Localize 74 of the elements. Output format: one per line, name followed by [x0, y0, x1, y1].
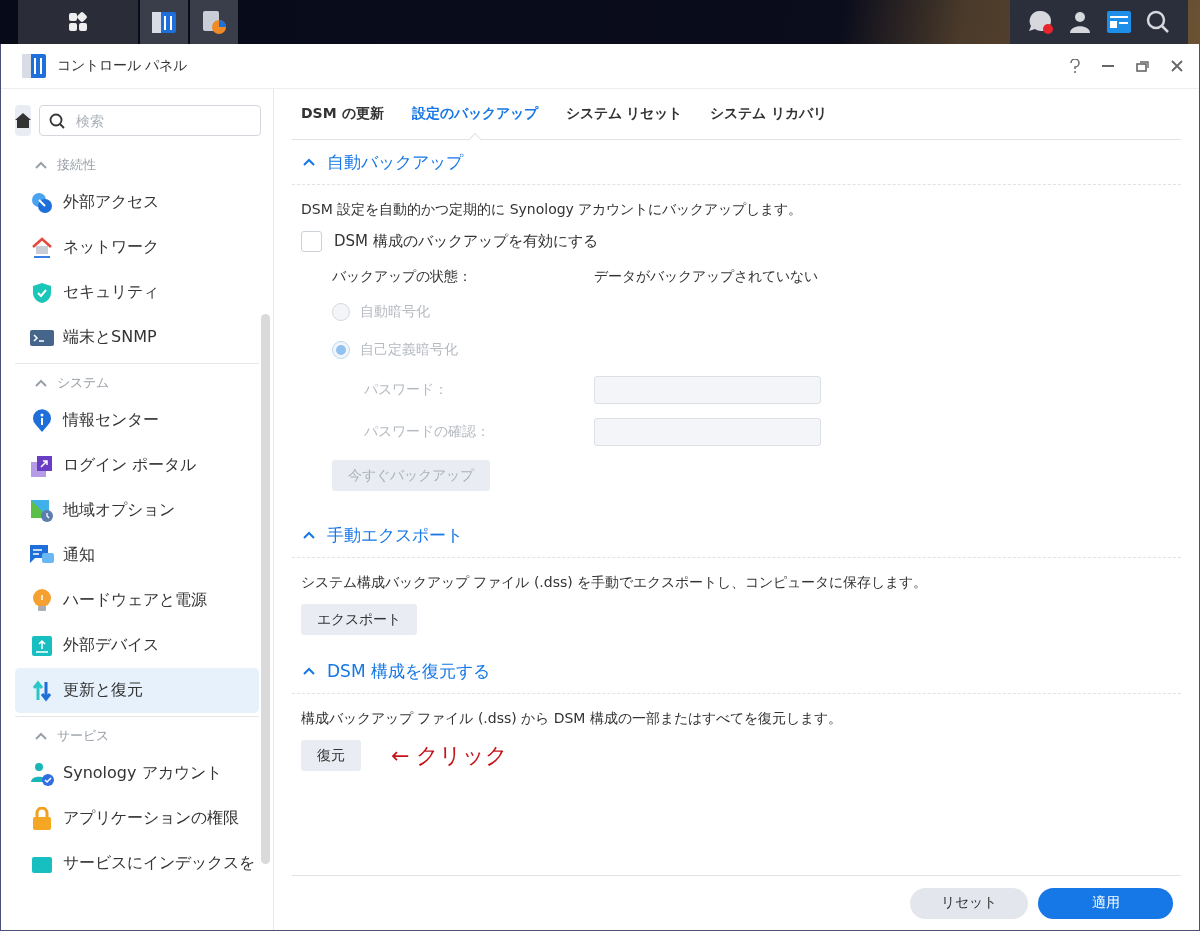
- house-icon: [31, 236, 53, 259]
- sidebar-item[interactable]: 端末とSNMP: [15, 315, 259, 360]
- chevron-icon[interactable]: [303, 667, 315, 675]
- radio-label: 自己定義暗号化: [360, 341, 458, 359]
- chevron-icon[interactable]: [35, 732, 47, 740]
- home-icon: [15, 113, 31, 128]
- sidebar-item[interactable]: Synology アカウント: [15, 751, 259, 796]
- map-clock-icon: [30, 498, 54, 523]
- control-panel-icon: [151, 9, 177, 35]
- info-icon: [31, 408, 53, 433]
- padlock-icon: [32, 806, 52, 831]
- chevron-icon[interactable]: [35, 161, 47, 169]
- chevron-icon[interactable]: [303, 531, 315, 539]
- sync-arrows-icon: [31, 679, 53, 702]
- section-header[interactable]: 自動バックアップ: [292, 140, 1181, 185]
- search-field[interactable]: 検索: [39, 105, 261, 136]
- search-icon[interactable]: [1146, 10, 1170, 34]
- upload-drive-icon: [31, 634, 53, 657]
- reset-button[interactable]: リセット: [910, 887, 1028, 919]
- restore-icon[interactable]: [1136, 60, 1149, 72]
- portal-icon: [31, 454, 53, 477]
- apps-button[interactable]: [18, 0, 138, 44]
- sidebar-item[interactable]: ログイン ポータル: [15, 443, 259, 488]
- export-button[interactable]: エクスポート: [301, 604, 417, 635]
- apply-button[interactable]: 適用: [1038, 887, 1173, 919]
- lightbulb-icon: [32, 588, 52, 613]
- storage-button[interactable]: [190, 0, 238, 44]
- database-chart-icon: [201, 9, 227, 35]
- tab[interactable]: システム リセット: [565, 89, 683, 139]
- section-header[interactable]: DSM 構成を復元する: [292, 649, 1181, 694]
- enable-backup-checkbox[interactable]: DSM 構成のバックアップを有効にする: [301, 231, 1181, 252]
- tab[interactable]: DSM の更新: [301, 89, 384, 139]
- field-label: パスワード：: [363, 381, 449, 399]
- grid-icon: [68, 12, 88, 32]
- status-label: バックアップの状態：: [332, 268, 473, 286]
- sidebar-item[interactable]: 更新と復元: [15, 668, 259, 713]
- tab[interactable]: 設定のバックアップ: [411, 89, 538, 139]
- sidebar-item[interactable]: 外部デバイス: [15, 623, 259, 668]
- chevron-icon[interactable]: [35, 379, 47, 387]
- control-panel-icon: [21, 53, 47, 79]
- description: DSM 設定を自動的かつ定期的に Synology アカウントにバックアップします。: [301, 201, 804, 219]
- user-check-icon: [30, 761, 54, 786]
- search-icon: [49, 113, 65, 129]
- terminal-icon: [30, 327, 54, 348]
- annotation-text: ← クリック: [391, 741, 509, 770]
- sidebar-item[interactable]: 通知: [15, 533, 259, 578]
- chevron-icon[interactable]: [303, 158, 315, 166]
- help-icon[interactable]: [1070, 59, 1080, 73]
- user-icon[interactable]: [1068, 10, 1092, 34]
- sidebar-item[interactable]: ネットワーク: [15, 225, 259, 270]
- sidebar-item[interactable]: 地域オプション: [15, 488, 259, 533]
- chat-notification-icon[interactable]: [1028, 9, 1054, 35]
- radio-label: 自動暗号化: [360, 303, 430, 321]
- widgets-icon[interactable]: [1106, 10, 1132, 34]
- sidebar-item[interactable]: アプリケーションの権限: [15, 796, 259, 841]
- tab[interactable]: システム リカバリ: [710, 89, 828, 139]
- window-title: コントロール パネル: [57, 57, 189, 75]
- sidebar-item[interactable]: ハードウェアと電源: [15, 578, 259, 623]
- home-button[interactable]: [15, 105, 31, 136]
- field-label: パスワードの確認：: [363, 423, 491, 441]
- control-panel-button[interactable]: [140, 0, 188, 44]
- sidebar-item[interactable]: 情報センター: [15, 398, 259, 443]
- close-icon[interactable]: [1171, 60, 1183, 72]
- restore-button[interactable]: 復元: [301, 740, 361, 771]
- link-icon: [31, 191, 53, 214]
- description: 構成バックアップ ファイル (.dss) から DSM 構成の一部またはすべてを復元します。: [301, 710, 843, 728]
- shield-icon: [31, 281, 53, 304]
- sidebar-item[interactable]: セキュリティ: [15, 270, 259, 315]
- description: システム構成バックアップ ファイル (.dss) を手動でエクスポートし、コンピュータに保存します。: [301, 574, 929, 592]
- sidebar-item[interactable]: 外部アクセス: [15, 180, 259, 225]
- sidebar-item[interactable]: サービスにインデックスを: [15, 841, 259, 886]
- status-value: データがバックアップされていない: [594, 268, 819, 286]
- scrollbar[interactable]: [261, 314, 270, 864]
- section-header[interactable]: 手動エクスポート: [292, 513, 1181, 558]
